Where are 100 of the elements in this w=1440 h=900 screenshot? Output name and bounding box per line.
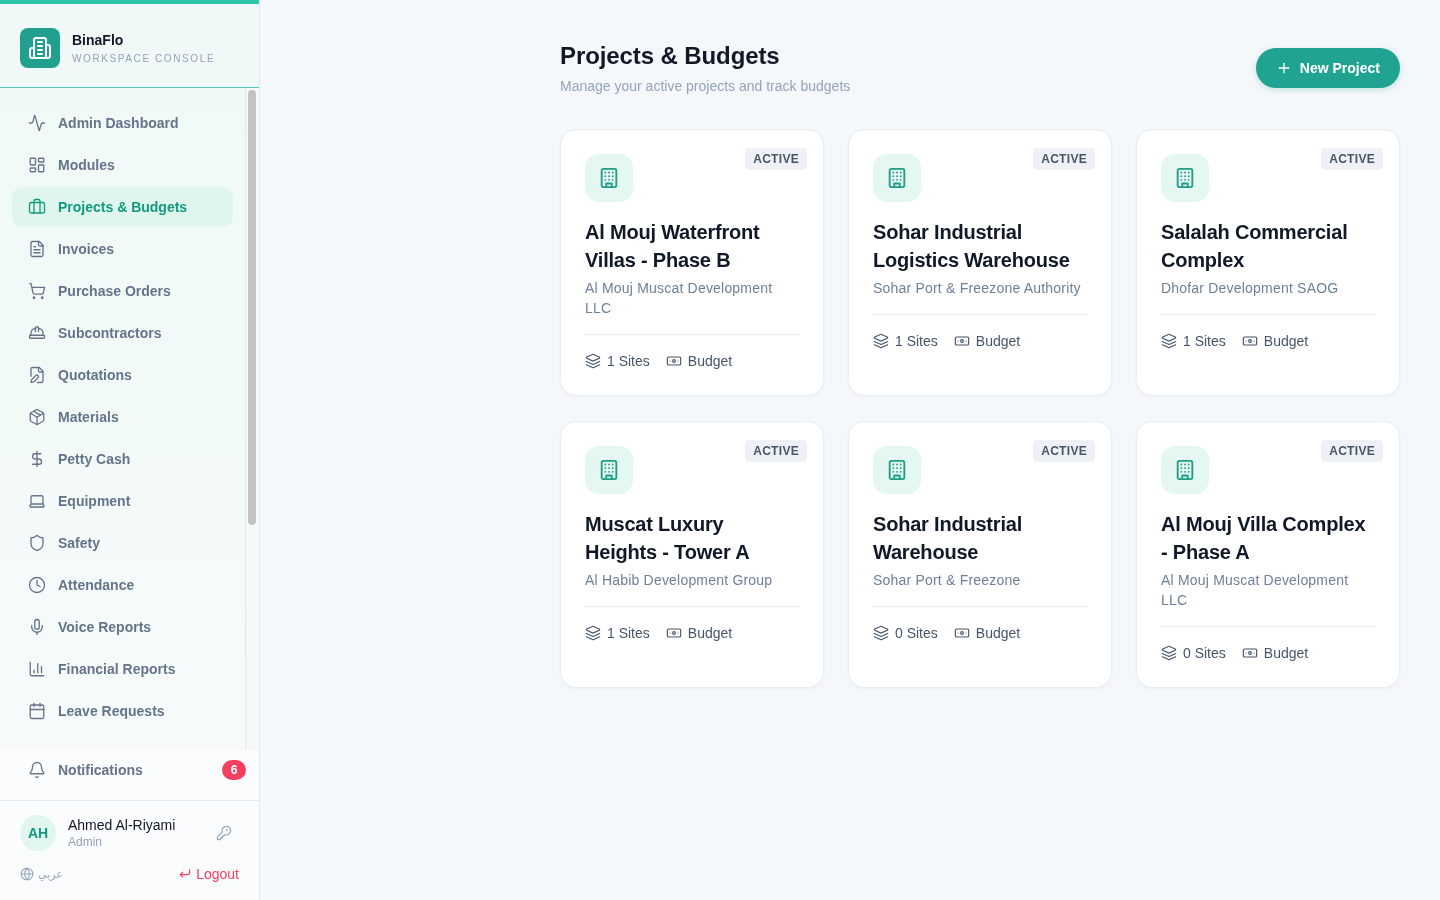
budget-label: Budget xyxy=(1263,332,1309,351)
notification-count-badge: 6 xyxy=(222,760,246,780)
pulse-line-icon xyxy=(28,114,46,132)
scrollbar-thumb[interactable] xyxy=(248,90,256,525)
budget-label: Budget xyxy=(687,352,733,371)
sites-count: 1 Sites xyxy=(607,352,650,371)
project-card[interactable]: ACTIVE Sohar Industrial Warehouse Sohar Port & Freezone 0 Sites Budget xyxy=(848,421,1112,688)
nav-item[interactable]: Materials xyxy=(12,397,233,437)
nav-item[interactable]: Equipment xyxy=(12,481,233,521)
layers-icon xyxy=(873,333,889,349)
banknote-icon xyxy=(665,353,682,369)
microphone-icon xyxy=(28,618,46,636)
status-badge: ACTIVE xyxy=(1033,440,1095,462)
globe-icon xyxy=(20,867,34,881)
status-badge: ACTIVE xyxy=(745,440,807,462)
user-name: Ahmed Al-Riyami xyxy=(68,816,177,834)
layers-icon xyxy=(585,625,601,641)
building-icon xyxy=(585,446,633,494)
nav-item[interactable]: Quotations xyxy=(12,355,233,395)
banknote-icon xyxy=(953,625,970,641)
building-icon xyxy=(873,154,921,202)
project-card[interactable]: ACTIVE Muscat Luxury Heights - Tower A Al Habib Development Group 1 Sites Budget xyxy=(560,421,824,688)
cart-icon xyxy=(28,282,46,300)
banknote-icon xyxy=(1241,645,1258,661)
budget-label: Budget xyxy=(687,624,733,643)
user-role: Admin xyxy=(68,834,103,850)
project-name: Al Mouj Waterfront Villas - Phase B xyxy=(585,220,761,273)
return-arrow-icon xyxy=(178,867,193,881)
project-card[interactable]: ACTIVE Sohar Industrial Logistics Warehouse Sohar Port & Freezone Authority 1 Sites Budget xyxy=(848,129,1112,396)
bar-chart-icon xyxy=(28,660,46,678)
project-name: Muscat Luxury Heights - Tower A xyxy=(585,512,751,565)
bell-icon xyxy=(28,761,46,779)
banknote-icon xyxy=(953,333,970,349)
client-name: Dhofar Development SAOG xyxy=(1161,279,1340,298)
project-name: Sohar Industrial Logistics Warehouse xyxy=(873,220,1071,273)
sites-count: 0 Sites xyxy=(895,624,938,643)
laptop-icon xyxy=(28,492,46,510)
client-name: Sohar Port & Freezone xyxy=(873,571,1022,590)
nav-item[interactable]: Invoices xyxy=(12,229,233,269)
project-name: Salalah Commercial Complex xyxy=(1161,220,1349,273)
nav-item[interactable]: Modules xyxy=(12,145,233,185)
client-name: Al Habib Development Group xyxy=(585,571,774,590)
nav-item[interactable]: Petty Cash xyxy=(12,439,233,479)
project-card[interactable]: ACTIVE Salalah Commercial Complex Dhofar Development SAOG 1 Sites Budget xyxy=(1136,129,1400,396)
sites-count: 1 Sites xyxy=(607,624,650,643)
nav-item[interactable]: Financial Reports xyxy=(12,649,233,689)
nav-item[interactable]: Safety xyxy=(12,523,233,563)
status-badge: ACTIVE xyxy=(1321,148,1383,170)
nav-item[interactable]: Projects & Budgets xyxy=(12,187,233,227)
building-icon xyxy=(873,446,921,494)
brand-tagline: WORKSPACE CONSOLE xyxy=(72,51,216,66)
logout-button[interactable]: Logout xyxy=(178,866,239,882)
status-badge: ACTIVE xyxy=(1033,148,1095,170)
layers-icon xyxy=(1161,333,1177,349)
document-pen-icon xyxy=(28,366,46,384)
user-avatar: AH xyxy=(20,815,56,851)
nav-item[interactable]: Leave Requests xyxy=(12,691,233,731)
budget-label: Budget xyxy=(1263,644,1309,663)
project-card[interactable]: ACTIVE Al Mouj Waterfront Villas - Phase B Al Mouj Muscat Development LLC 1 Sites Budget xyxy=(560,129,824,396)
project-name: Sohar Industrial Warehouse xyxy=(873,512,1024,565)
layers-icon xyxy=(873,625,889,641)
building-logo-icon xyxy=(20,28,60,68)
calendar-icon xyxy=(28,702,46,720)
new-project-button[interactable]: New Project xyxy=(1255,48,1400,88)
status-badge: ACTIVE xyxy=(745,148,807,170)
nav-item[interactable]: Subcontractors xyxy=(12,313,233,353)
language-switch[interactable]: عربي xyxy=(20,867,63,881)
shield-icon xyxy=(28,534,46,552)
client-name: Al Mouj Muscat Development LLC xyxy=(585,279,774,318)
box-icon xyxy=(28,408,46,426)
nav-item[interactable]: Voice Reports xyxy=(12,607,233,647)
sites-count: 0 Sites xyxy=(1183,644,1226,663)
building-icon xyxy=(1161,446,1209,494)
budget-label: Budget xyxy=(975,624,1021,643)
client-name: Sohar Port & Freezone Authority xyxy=(873,279,1082,298)
budget-label: Budget xyxy=(975,332,1021,351)
nav-item[interactable]: Admin Dashboard xyxy=(12,103,233,143)
page-title: Projects & Budgets xyxy=(560,41,781,71)
key-icon[interactable] xyxy=(216,825,232,841)
layers-icon xyxy=(585,353,601,369)
banknote-icon xyxy=(665,625,682,641)
nav-item[interactable]: Attendance xyxy=(12,565,233,605)
briefcase-icon xyxy=(28,198,46,216)
hard-hat-icon xyxy=(28,324,46,342)
building-icon xyxy=(1161,154,1209,202)
brand-name: BinaFlo xyxy=(72,30,125,49)
document-icon xyxy=(28,240,46,258)
project-card[interactable]: ACTIVE Al Mouj Villa Complex - Phase A Al Mouj Muscat Development LLC 0 Sites Budget xyxy=(1136,421,1400,688)
status-badge: ACTIVE xyxy=(1321,440,1383,462)
building-icon xyxy=(585,154,633,202)
grid-icon xyxy=(28,156,46,174)
sites-count: 1 Sites xyxy=(895,332,938,351)
sites-count: 1 Sites xyxy=(1183,332,1226,351)
project-name: Al Mouj Villa Complex - Phase A xyxy=(1161,512,1367,565)
clock-icon xyxy=(28,576,46,594)
nav-item[interactable]: Purchase Orders xyxy=(12,271,233,311)
page-subtitle: Manage your active projects and track budgets xyxy=(560,77,851,96)
client-name: Al Mouj Muscat Development LLC xyxy=(1161,571,1350,610)
layers-icon xyxy=(1161,645,1177,661)
banknote-icon xyxy=(1241,333,1258,349)
